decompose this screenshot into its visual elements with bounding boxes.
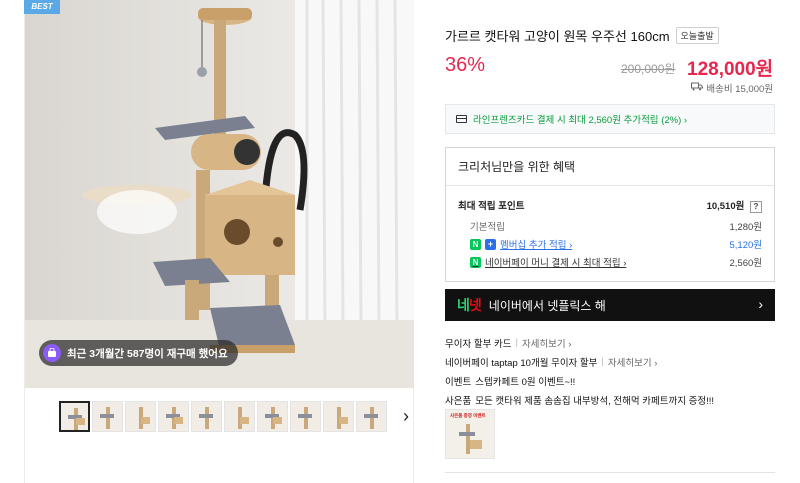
max-points-label: 최대 적립 포인트 (458, 201, 525, 212)
installment-label: 무이자 할부 카드 (445, 338, 512, 350)
naverpay-n-icon: N (470, 256, 481, 268)
bag-icon (43, 344, 61, 362)
installment-row: 무이자 할부 카드 | 자세히보기 › (445, 333, 775, 352)
thumbnail-4[interactable] (158, 401, 189, 432)
thumbnail-10[interactable] (356, 401, 387, 432)
product-info-panel: 가르르 캣타워 고양이 원목 우주선 160cm 오늘출발 36% 200,00… (445, 0, 775, 483)
basic-points-row: 기본적립 1,280원 (458, 217, 762, 235)
gift-thumbnail[interactable]: 사은품 증정 이벤트 (445, 409, 495, 459)
thumbnail-1[interactable] (59, 401, 90, 432)
main-product-photo[interactable] (25, 0, 414, 388)
membership-points-value: 5,120원 (729, 240, 762, 251)
benefit-heading: 크리처님만을 위한 혜택 (446, 148, 774, 186)
membership-points-item[interactable]: N + 멤버십 추가 적립 › (458, 237, 572, 251)
netflix-banner[interactable]: 네넷 네이버에서 넷플릭스 해 › (445, 289, 775, 321)
basic-points-value: 1,280원 (729, 222, 762, 233)
divider-line (445, 472, 775, 473)
naver-n-icon: N (470, 238, 481, 250)
benefit-box: 크리처님만을 위한 혜택 최대 적립 포인트 10,510원 ? 기본적립 1,… (445, 147, 775, 282)
divider: | (515, 337, 518, 348)
product-title: 가르르 캣타워 고양이 원목 우주선 160cm (445, 29, 670, 44)
thumbnail-3[interactable] (125, 401, 156, 432)
original-price: 200,000원 (621, 62, 676, 76)
divider: | (601, 356, 604, 367)
thumbnail-6[interactable] (224, 401, 255, 432)
shipping-fee: 배송비 15,000원 (691, 81, 773, 95)
max-points-value-wrap: 10,510원 ? (707, 198, 762, 213)
title-row: 가르르 캣타워 고양이 원목 우주선 160cm 오늘출발 (445, 26, 719, 45)
naverpay-points-item[interactable]: N 네이버페이 머니 결제 시 최대 적립 › (458, 255, 626, 269)
netflix-banner-text: 네이버에서 넷플릭스 해 (488, 298, 606, 313)
shipping-text: 배송비 15,000원 (706, 84, 773, 95)
credit-card-icon (456, 115, 467, 123)
today-shipping-tag: 오늘출발 (675, 27, 719, 44)
gift-row: 사은품 모든 캣타워 제품 솜솜집 내부방석, 전해먹 카페트까지 증정!!! (445, 390, 775, 409)
naverpay-points-value: 2,560원 (729, 258, 762, 269)
max-points-row: 최대 적립 포인트 10,510원 ? (458, 196, 762, 214)
naverpay-points-label: 네이버페이 머니 결제 시 최대 적립 › (485, 258, 627, 269)
discount-rate: 36% (445, 54, 486, 76)
membership-points-row: N + 멤버십 추가 적립 › 5,120원 (458, 235, 762, 253)
product-gallery: 최근 3개월간 587명이 재구매 했어요 › (24, 0, 414, 483)
thumbnail-8[interactable] (290, 401, 321, 432)
max-points-value: 10,510원 (706, 200, 745, 212)
event-row: 이벤트 스텝카페트 0원 이벤트~!! (445, 371, 775, 390)
thumbnail-strip: › (59, 401, 415, 432)
taptap-row: 네이버페이 taptap 10개월 무이자 할부 | 자세히보기 › (445, 352, 775, 371)
logo-char-b: 넷 (468, 297, 482, 313)
sale-price: 128,000원 (687, 59, 774, 80)
netflix-logo: 네넷 (457, 295, 482, 315)
event-label: 이벤트 (445, 376, 472, 388)
membership-points-label: 멤버십 추가 적립 › (500, 240, 573, 251)
installment-more-link[interactable]: 자세히보기 › (522, 336, 572, 350)
cat-tower-illustration (25, 0, 414, 388)
plus-icon: + (485, 238, 496, 250)
gift-thumb-text: 사은품 증정 이벤트 (450, 413, 486, 418)
truck-icon (691, 82, 704, 94)
repurchase-notice: 최근 3개월간 587명이 재구매 했어요 (39, 340, 238, 366)
event-value: 스텝카페트 0원 이벤트~!! (475, 376, 576, 388)
thumbnail-9[interactable] (323, 401, 354, 432)
best-badge: BEST (24, 0, 60, 14)
thumbnail-7[interactable] (257, 401, 288, 432)
card-promo-text: 라인프렌즈카드 결제 시 최대 2,560원 추가적립 (2%) › (473, 115, 688, 126)
card-promo-banner[interactable]: 라인프렌즈카드 결제 시 최대 2,560원 추가적립 (2%) › (445, 104, 775, 134)
gift-label: 사은품 (445, 395, 472, 407)
naverpay-points-row: N 네이버페이 머니 결제 시 최대 적립 › 2,560원 (458, 253, 762, 271)
purchase-info-list: 무이자 할부 카드 | 자세히보기 › 네이버페이 taptap 10개월 무이… (445, 333, 775, 409)
taptap-label: 네이버페이 taptap 10개월 무이자 할부 (445, 357, 598, 369)
repurchase-text: 최근 3개월간 587명이 재구매 했어요 (67, 347, 228, 360)
gift-value: 모든 캣타워 제품 솜솜집 내부방석, 전해먹 카페트까지 증정!!! (475, 395, 715, 407)
basic-points-label: 기본적립 (470, 222, 505, 233)
thumbnail-5[interactable] (191, 401, 222, 432)
thumbnail-next-button[interactable]: › (397, 401, 415, 432)
taptap-more-link[interactable]: 자세히보기 › (608, 355, 658, 369)
logo-char-a: 네 (457, 297, 470, 313)
chevron-right-icon: › (758, 296, 763, 312)
help-icon[interactable]: ? (750, 200, 762, 213)
thumbnail-2[interactable] (92, 401, 123, 432)
